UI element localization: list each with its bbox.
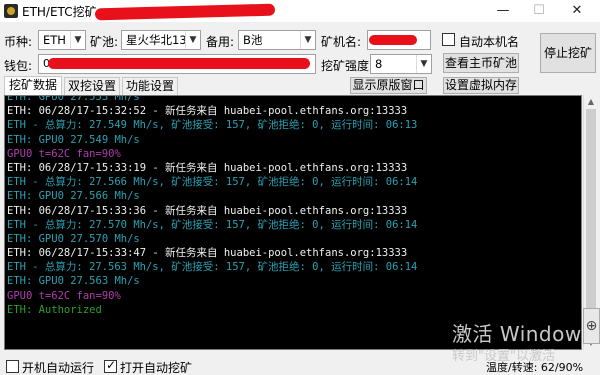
set-virtual-memory-button[interactable]: 设置虚拟内存 <box>443 77 519 94</box>
console-line: ETH: 06/28/17-15:33:47 - 新任务来自 huabei-po… <box>7 247 408 260</box>
console-line: ETH - 总算力: 27.563 Mh/s, 矿池接受: 157, 矿池拒绝:… <box>7 261 418 274</box>
miner-name-label: 矿机名: <box>321 35 362 49</box>
pool-label: 矿池: <box>90 35 119 49</box>
coin-select[interactable]: ETH ▼ <box>38 30 86 50</box>
tab-dual-mining[interactable]: 双挖设置 <box>64 77 120 95</box>
console-line: ETH: Authorized <box>7 303 102 316</box>
console-lines: ETH: GPU0 27.553 Mh/s ETH: 06/28/17-15:32… <box>7 95 418 317</box>
auto-name-checkbox[interactable] <box>442 33 455 46</box>
chevron-down-icon: ▼ <box>185 31 200 49</box>
pool-select-value: 星火华北13 <box>126 33 187 47</box>
backup-select[interactable]: B池 ▼ <box>238 30 316 50</box>
chevron-down-icon: ▼ <box>70 31 85 49</box>
title-redaction-mark <box>94 3 276 21</box>
auto-name-label: 自动本机名 <box>459 35 520 49</box>
scrollbar-thumb[interactable] <box>586 109 596 319</box>
backup-label: 备用: <box>206 35 235 49</box>
scroll-up-icon[interactable]: ▲ <box>584 95 598 109</box>
coin-label: 币种: <box>4 35 33 49</box>
close-button[interactable]: ✕ <box>560 0 594 22</box>
app-icon <box>4 4 18 18</box>
view-main-pool-button[interactable]: 查看主币矿池 <box>443 53 519 73</box>
wallet-label: 钱包: <box>4 59 33 73</box>
console-line: ETH: GPU0 27.566 Mh/s <box>7 190 140 203</box>
show-original-window-button[interactable]: 显示原版窗口 <box>350 77 427 94</box>
console-line: ETH: 06/28/17-15:32:52 - 新任务来自 huabei-po… <box>7 105 408 118</box>
auto-mine-checkbox[interactable] <box>104 358 117 373</box>
tab-function-settings[interactable]: 功能设置 <box>122 77 178 95</box>
console-line: ETH: 06/28/17-15:33:36 - 新任务来自 huabei-po… <box>7 204 408 217</box>
window-title: ETH/ETC挖矿 <box>22 5 97 19</box>
wallet-redaction-mark <box>48 58 310 69</box>
console-line: ETH - 总算力: 27.549 Mh/s, 矿池接受: 157, 矿池拒绝:… <box>7 119 418 132</box>
pool-select[interactable]: 星火华北13 ▼ <box>121 30 201 50</box>
maximize-button[interactable]: ☐ <box>522 0 556 22</box>
auto-mine-label: 打开自动挖矿 <box>120 361 193 375</box>
auto-run-label: 开机自动运行 <box>22 361 95 375</box>
intensity-select[interactable]: 8 ▼ <box>370 54 432 74</box>
stop-mining-button[interactable]: 停止挖矿 <box>540 33 596 73</box>
mining-log-console[interactable]: ETH: GPU0 27.553 Mh/s ETH: 06/28/17-15:32… <box>4 95 582 350</box>
chevron-down-icon: ▼ <box>300 31 315 49</box>
windows-activation-watermark: 激活 Windows <box>452 322 593 346</box>
coin-select-value: ETH <box>43 33 66 47</box>
console-line: ETH - 总算力: 27.566 Mh/s, 矿池接受: 157, 矿池拒绝:… <box>7 176 418 189</box>
backup-select-value: B池 <box>243 33 263 47</box>
tab-dual-mining-label: 双挖设置 <box>67 79 116 93</box>
console-line: ETH - 总算力: 27.570 Mh/s, 矿池接受: 157, 矿池拒绝:… <box>7 218 418 231</box>
title-bar: ETH/ETC挖矿 — ☐ ✕ <box>0 0 600 22</box>
temp-fan-status: 温度/转速: 62/90% <box>486 361 584 374</box>
console-line: ETH: GPU0 27.570 Mh/s <box>7 232 140 245</box>
console-line: ETH: GPU0 27.549 Mh/s <box>7 133 140 146</box>
tab-mining-data[interactable]: 挖矿数据 <box>4 76 62 96</box>
tab-function-settings-label: 功能设置 <box>125 79 174 93</box>
minimize-button[interactable]: — <box>486 0 520 22</box>
console-line: GPU0 t=62C fan=90% <box>7 147 121 160</box>
console-line: ETH: GPU0 27.553 Mh/s <box>7 95 140 103</box>
auto-run-checkbox[interactable] <box>6 360 19 373</box>
console-line: ETH: 06/28/17-15:33:19 - 新任务来自 huabei-po… <box>7 161 408 174</box>
console-line: GPU0 t=62C fan=90% <box>7 289 121 302</box>
intensity-select-value: 8 <box>375 57 383 71</box>
miner-name-redaction-mark <box>369 35 417 45</box>
tab-mining-data-label: 挖矿数据 <box>8 78 57 92</box>
chevron-down-icon: ▼ <box>416 55 431 73</box>
side-expand-icon[interactable]: ⊕ <box>583 308 600 344</box>
console-line: ETH: GPU0 27.563 Mh/s <box>7 275 140 288</box>
intensity-label: 挖矿强度: <box>321 59 374 73</box>
